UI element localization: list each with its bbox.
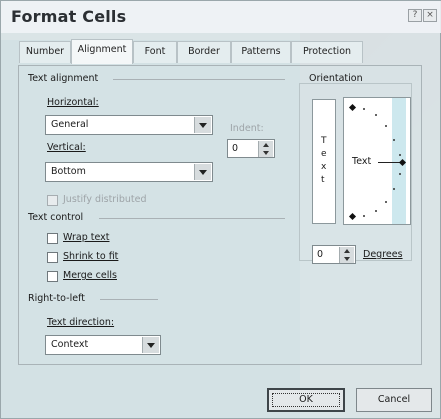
text-alignment-divider: [113, 79, 285, 80]
dial-marker-icon: [348, 103, 357, 112]
shrink-to-fit-label: Shrink to fit: [63, 251, 119, 262]
dial-dot: [363, 108, 365, 110]
right-to-left-group-label: Right-to-left: [28, 293, 85, 304]
horizontal-dropdown[interactable]: General: [45, 115, 213, 135]
degrees-spinner[interactable]: 0: [312, 245, 356, 264]
indent-spinner[interactable]: 0: [227, 139, 275, 158]
tab-border[interactable]: Border: [177, 41, 231, 63]
cancel-button-label: Cancel: [377, 394, 411, 405]
focus-ring: [272, 393, 340, 407]
tab-alignment[interactable]: Alignment: [71, 39, 133, 64]
spin-up-icon[interactable]: [339, 247, 354, 255]
spin-up-icon[interactable]: [258, 141, 273, 149]
tab-font[interactable]: Font: [133, 41, 177, 63]
orientation-dial[interactable]: Text: [343, 97, 411, 225]
vertical-label: Vertical:: [47, 142, 86, 153]
right-to-left-divider: [100, 299, 158, 300]
dial-dot: [385, 201, 387, 203]
text-direction-label: Text direction:: [47, 317, 115, 328]
dial-dot: [385, 125, 387, 127]
tab-number[interactable]: Number: [19, 41, 71, 63]
chevron-down-icon[interactable]: [142, 337, 159, 353]
dial-text: Text: [352, 156, 372, 167]
merge-cells-label: Merge cells: [63, 270, 117, 281]
wrap-text-checkbox[interactable]: [47, 233, 58, 244]
vertical-dropdown[interactable]: Bottom: [45, 162, 213, 182]
spin-down-icon[interactable]: [258, 149, 273, 157]
spin-down-icon[interactable]: [339, 255, 354, 263]
horizontal-value: General: [51, 119, 89, 130]
dial-dot: [399, 173, 401, 175]
help-button[interactable]: ?: [408, 9, 422, 22]
vertical-text-char: e: [321, 149, 327, 159]
dial-marker-icon: [348, 212, 357, 221]
dialog-title: Format Cells: [11, 7, 127, 26]
ok-button[interactable]: OK: [267, 388, 345, 412]
cancel-button[interactable]: Cancel: [356, 388, 432, 412]
indent-value: 0: [232, 143, 239, 154]
justify-distributed-checkbox[interactable]: [47, 195, 58, 206]
horizontal-label: Horizontal:: [47, 97, 99, 108]
dial-dot: [399, 154, 401, 156]
degrees-value: 0: [317, 249, 324, 260]
vertical-value: Bottom: [51, 166, 86, 177]
dial-dot: [363, 215, 365, 217]
format-cells-dialog: Format Cells ? × Number Alignment Font B…: [0, 0, 441, 419]
merge-cells-checkbox[interactable]: [47, 271, 58, 282]
degrees-label: Degrees: [363, 249, 403, 260]
chevron-down-icon[interactable]: [194, 164, 211, 180]
text-control-divider: [99, 218, 285, 219]
vertical-text-button[interactable]: T e x t: [312, 99, 336, 224]
dial-dot: [393, 139, 395, 141]
dial-dot: [375, 114, 377, 116]
close-button[interactable]: ×: [423, 9, 437, 22]
vertical-text-char: x: [321, 162, 327, 172]
dial-dot: [375, 210, 377, 212]
indent-label: Indent:: [230, 123, 264, 134]
text-direction-dropdown[interactable]: Context: [45, 335, 161, 355]
dial-dot: [393, 188, 395, 190]
shrink-to-fit-checkbox[interactable]: [47, 252, 58, 263]
chevron-down-icon[interactable]: [194, 117, 211, 133]
title-bar: Format Cells ? ×: [1, 1, 441, 33]
text-direction-value: Context: [51, 339, 89, 350]
vertical-text-char: t: [321, 175, 325, 185]
text-control-group-label: Text control: [28, 212, 84, 223]
tab-patterns[interactable]: Patterns: [231, 41, 291, 63]
vertical-text-char: T: [321, 136, 327, 146]
justify-distributed-label: Justify distributed: [63, 194, 147, 205]
wrap-text-label: Wrap text: [63, 232, 110, 243]
tab-protection[interactable]: Protection: [291, 41, 363, 63]
text-alignment-group-label: Text alignment: [28, 73, 99, 84]
